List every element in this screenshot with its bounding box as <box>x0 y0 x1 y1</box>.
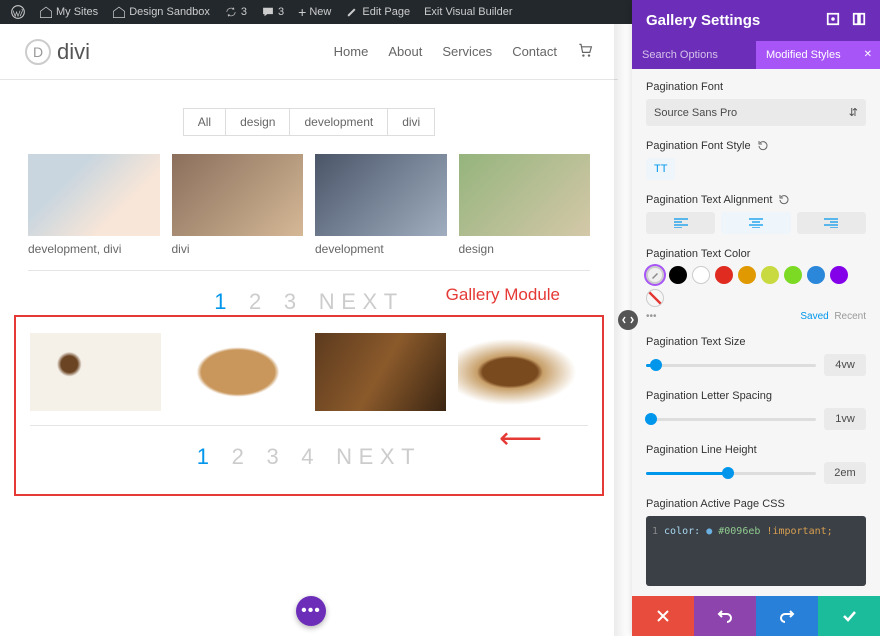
align-left[interactable] <box>646 212 715 234</box>
tab-search-options[interactable]: Search Options <box>632 41 756 69</box>
css-editor[interactable]: 1color: ● #0096eb !important; <box>646 516 866 586</box>
gallery-settings-panel: Gallery Settings Search Options Modified… <box>632 0 880 636</box>
more-swatches[interactable]: ••• <box>646 311 657 322</box>
slider-text-size[interactable] <box>646 364 816 367</box>
panel-title: Gallery Settings <box>646 12 760 29</box>
panel-tabs: Search Options Modified Styles <box>632 41 880 69</box>
panel-header: Gallery Settings <box>632 0 880 41</box>
filter-development[interactable]: development <box>290 109 388 135</box>
page-4[interactable]: 4 <box>301 444 320 470</box>
swatch-blue[interactable] <box>807 266 825 284</box>
value-text-size[interactable]: 4vw <box>824 354 866 376</box>
site-logo[interactable]: D divi <box>25 39 90 65</box>
slider-line-height[interactable] <box>646 472 816 475</box>
portfolio-item[interactable]: design <box>459 154 591 256</box>
main-nav: Home About Services Contact <box>334 42 593 61</box>
reset-icon[interactable] <box>757 140 769 152</box>
swatch-white[interactable] <box>692 266 710 284</box>
nav-contact[interactable]: Contact <box>512 44 557 59</box>
value-letter-spacing[interactable]: 1vw <box>824 408 866 430</box>
snap-icon[interactable] <box>852 12 866 29</box>
nav-services[interactable]: Services <box>442 44 492 59</box>
gallery-item[interactable] <box>458 333 589 411</box>
panel-footer <box>632 596 880 636</box>
page-1[interactable]: 1 <box>197 444 216 470</box>
cart-icon[interactable] <box>577 42 593 61</box>
exit-visual-builder[interactable]: Exit Visual Builder <box>419 6 517 18</box>
label-text-color: Pagination Text Color <box>646 248 866 260</box>
swatch-black[interactable] <box>669 266 687 284</box>
comments[interactable]: 3 <box>256 5 289 19</box>
swatch-orange[interactable] <box>738 266 756 284</box>
gallery-grid <box>30 333 588 411</box>
color-picker[interactable] <box>646 266 664 284</box>
label-line-height: Pagination Line Height <box>646 444 866 456</box>
filter-divi[interactable]: divi <box>388 109 434 135</box>
nav-home[interactable]: Home <box>334 44 369 59</box>
gallery-module-highlight: 1 2 3 4 NEXT ⟵ <box>14 315 604 496</box>
close-button[interactable] <box>632 596 694 636</box>
align-center[interactable] <box>721 212 790 234</box>
swatch-red[interactable] <box>715 266 733 284</box>
panel-resize-handle[interactable] <box>618 310 638 330</box>
value-line-height[interactable]: 2em <box>824 462 866 484</box>
portfolio-filters: All design development divi <box>28 108 590 136</box>
page-3[interactable]: 3 <box>266 444 285 470</box>
swatch-green[interactable] <box>784 266 802 284</box>
reset-icon[interactable] <box>778 194 790 206</box>
panel-body: Pagination Font Source Sans Pro ⇵ Pagina… <box>632 69 880 596</box>
label-letter-spacing: Pagination Letter Spacing <box>646 390 866 402</box>
my-sites[interactable]: My Sites <box>34 5 103 19</box>
chevron-updown-icon: ⇵ <box>849 106 858 119</box>
site-header: D divi Home About Services Contact <box>0 24 618 80</box>
font-style-uppercase[interactable]: TT <box>646 158 675 180</box>
new-content[interactable]: +New <box>293 4 336 20</box>
page-next[interactable]: NEXT <box>336 444 421 470</box>
portfolio-item[interactable]: development, divi <box>28 154 160 256</box>
portfolio-grid: development, divi divi development desig… <box>28 154 590 256</box>
gallery-item[interactable] <box>315 333 446 411</box>
nav-about[interactable]: About <box>388 44 422 59</box>
annotation-label: Gallery Module <box>28 285 590 305</box>
label-text-size: Pagination Text Size <box>646 336 866 348</box>
portfolio-item[interactable]: divi <box>172 154 304 256</box>
align-right[interactable] <box>797 212 866 234</box>
label-active-page-css: Pagination Active Page CSS <box>646 498 866 510</box>
updates[interactable]: 3 <box>219 5 252 19</box>
tab-modified-styles[interactable]: Modified Styles <box>756 41 880 69</box>
select-pagination-font[interactable]: Source Sans Pro ⇵ <box>646 99 866 126</box>
page-preview: D divi Home About Services Contact All d… <box>0 24 618 636</box>
page-2[interactable]: 2 <box>232 444 251 470</box>
filter-design[interactable]: design <box>226 109 290 135</box>
edit-page[interactable]: Edit Page <box>340 5 415 19</box>
page-3[interactable]: 3 <box>284 289 303 315</box>
saved-colors[interactable]: Saved <box>800 311 828 322</box>
swatch-none[interactable] <box>646 289 664 307</box>
portfolio-item[interactable]: development <box>315 154 447 256</box>
annotation-arrow: ⟵ <box>499 421 542 456</box>
color-swatches <box>646 266 866 307</box>
label-font-style: Pagination Font Style <box>646 140 751 152</box>
gallery-item[interactable] <box>173 333 304 411</box>
divi-floating-menu[interactable]: ••• <box>296 596 326 626</box>
page-1[interactable]: 1 <box>214 289 233 315</box>
expand-icon[interactable] <box>826 12 840 29</box>
label-text-alignment: Pagination Text Alignment <box>646 194 772 206</box>
gallery-item[interactable] <box>30 333 161 411</box>
label-pagination-font: Pagination Font <box>646 81 866 93</box>
undo-button[interactable] <box>694 596 756 636</box>
site-name[interactable]: Design Sandbox <box>107 5 215 19</box>
slider-letter-spacing[interactable] <box>646 418 816 421</box>
recent-colors[interactable]: Recent <box>834 311 866 322</box>
redo-button[interactable] <box>756 596 818 636</box>
page-next[interactable]: NEXT <box>319 289 404 315</box>
page-2[interactable]: 2 <box>249 289 268 315</box>
filter-all[interactable]: All <box>184 109 226 135</box>
swatch-yellow[interactable] <box>761 266 779 284</box>
save-button[interactable] <box>818 596 880 636</box>
wp-logo[interactable] <box>6 5 30 19</box>
swatch-purple[interactable] <box>830 266 848 284</box>
